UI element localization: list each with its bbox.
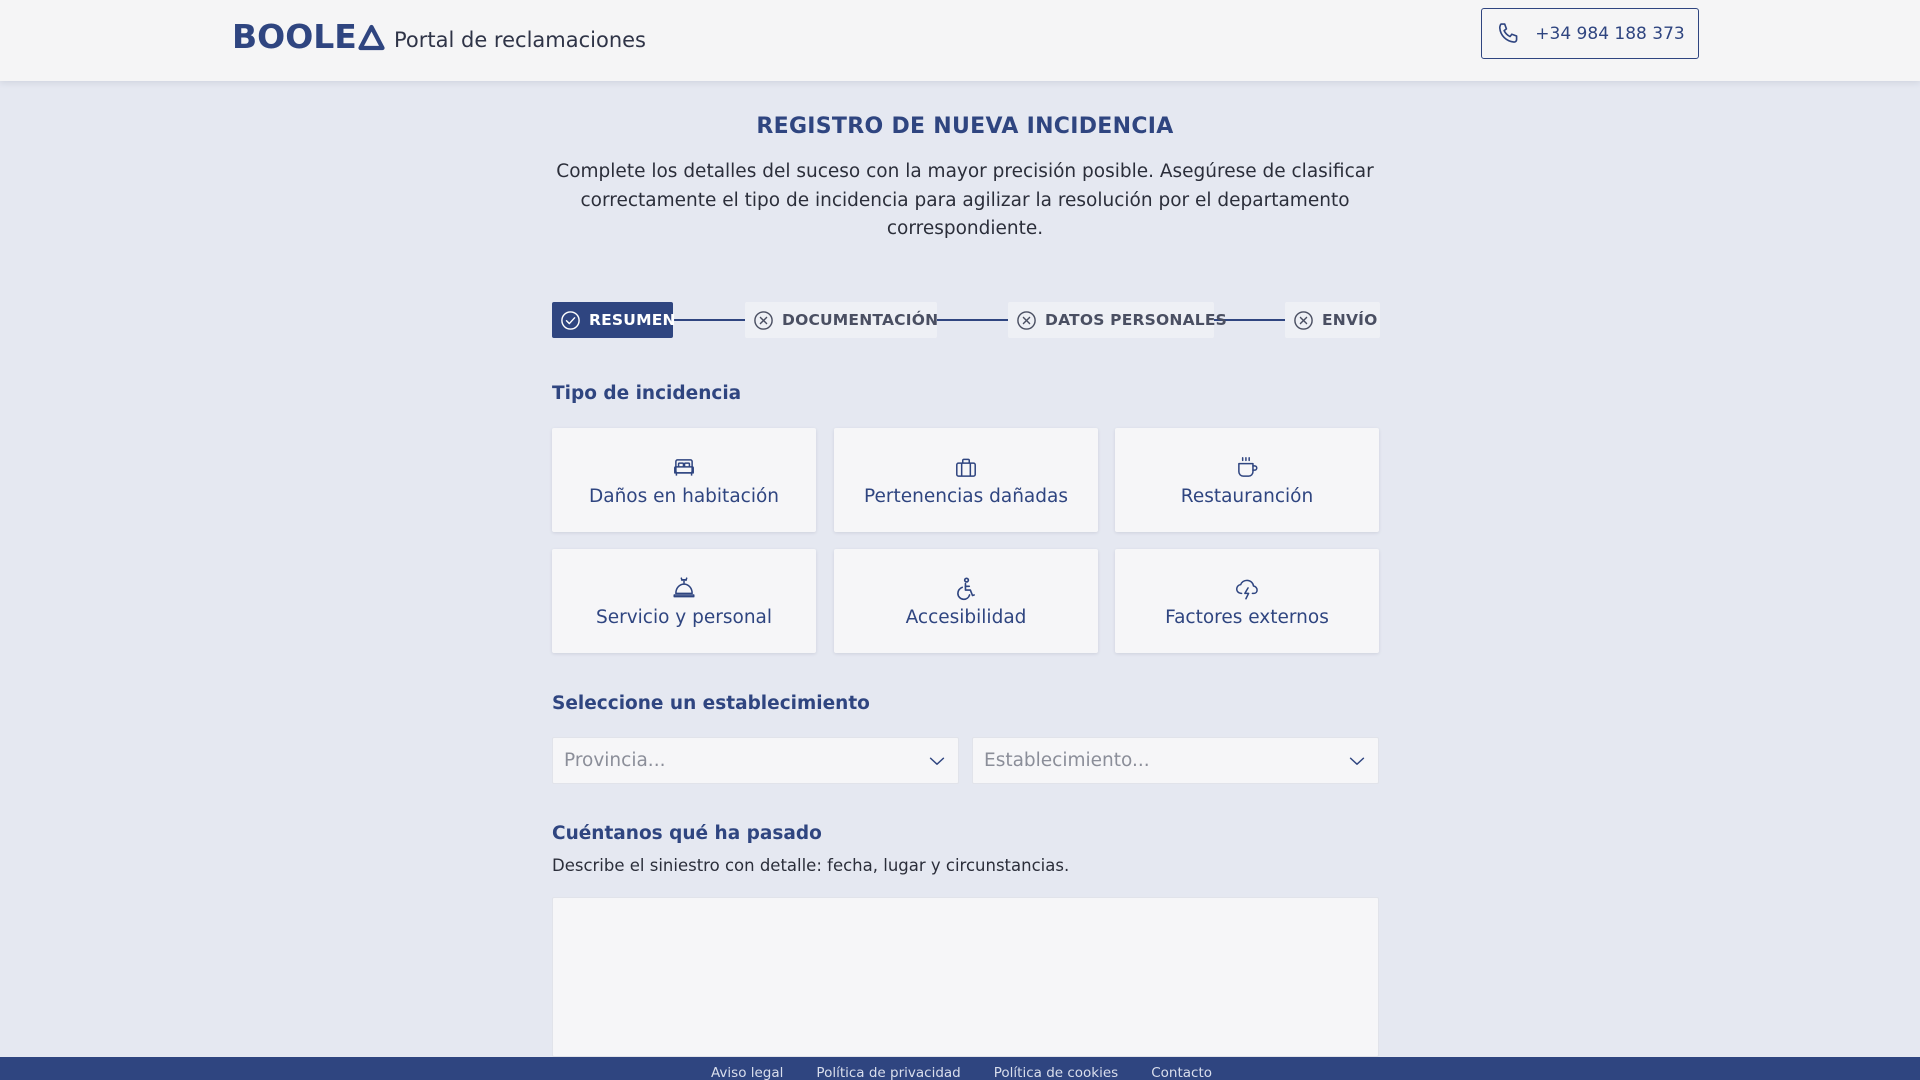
incident-option-label: Factores externos: [1165, 607, 1329, 628]
step-label: DATOS PERSONALES: [1045, 311, 1227, 329]
step-connector: [936, 319, 1010, 321]
footer-link-aviso-legal[interactable]: Aviso legal: [711, 1057, 783, 1080]
province-select[interactable]: Provincia...: [552, 737, 959, 784]
footer-link-contacto[interactable]: Contacto: [1151, 1057, 1212, 1080]
chevron-down-icon: [1349, 757, 1365, 765]
boolea-logo[interactable]: BOOLE: [232, 16, 385, 56]
footer-link-privacidad[interactable]: Política de privacidad: [816, 1057, 960, 1080]
footer-link-cookies[interactable]: Política de cookies: [994, 1057, 1118, 1080]
footer: Aviso legal Política de privacidad Polít…: [0, 1057, 1920, 1080]
incident-option-label: Restauranción: [1180, 486, 1314, 507]
step-label: DOCUMENTACIÓN: [782, 311, 939, 329]
description-subtext: Describe el siniestro con detalle: fecha…: [552, 856, 1070, 875]
step-connector: [672, 319, 746, 321]
establishment-placeholder: Establecimiento...: [984, 750, 1150, 771]
incident-type-title: Tipo de incidencia: [552, 383, 742, 404]
incident-option-label: Daños en habitación: [588, 486, 780, 507]
phone-icon: [1499, 22, 1518, 43]
top-header: BOOLE Portal de reclamaciones +34 984 18…: [0, 0, 1920, 81]
x-circle-icon: [1017, 310, 1036, 330]
step-resumen[interactable]: RESUMEN: [552, 302, 676, 338]
description-title: Cuéntanos qué ha pasado: [552, 823, 822, 844]
province-placeholder: Provincia...: [564, 750, 666, 771]
incident-option-label: Accesibilidad: [905, 607, 1027, 628]
incident-option-service-staff[interactable]: Servicio y personal: [552, 549, 816, 653]
step-envio[interactable]: ENVÍO: [1285, 302, 1380, 338]
suitcase-icon: [956, 458, 976, 477]
x-circle-icon: [754, 310, 773, 330]
logo-a-triangle-icon: [358, 24, 385, 50]
intro-text: Complete los detalles del suceso con la …: [556, 161, 1374, 239]
establishment-select[interactable]: Establecimiento...: [972, 737, 1379, 784]
step-label: RESUMEN: [589, 311, 676, 329]
step-label: ENVÍO: [1322, 311, 1378, 329]
check-circle-icon: [561, 310, 580, 330]
incident-option-label: Pertenencias dañadas: [864, 486, 1068, 507]
incident-option-external-factors[interactable]: Factores externos: [1115, 549, 1379, 653]
service-bell-icon: [673, 577, 695, 598]
phone-button[interactable]: +34 984 188 373: [1481, 8, 1699, 59]
establishment-title: Seleccione un establecimiento: [552, 693, 870, 714]
bed-icon: [674, 459, 694, 476]
incident-option-accessibility[interactable]: Accesibilidad: [834, 549, 1098, 653]
incident-option-label: Servicio y personal: [595, 607, 773, 628]
description-textarea[interactable]: [552, 897, 1379, 1057]
storm-cloud-icon: [1235, 579, 1258, 600]
phone-number: +34 984 188 373: [1535, 23, 1685, 44]
wheelchair-icon: [957, 577, 975, 601]
x-circle-icon: [1294, 310, 1313, 330]
portal-title: Portal de reclamaciones: [394, 28, 646, 52]
logo-wordmark: BOOLE: [232, 16, 357, 56]
incident-option-room-damage[interactable]: Daños en habitación: [552, 428, 816, 532]
step-documentacion[interactable]: DOCUMENTACIÓN: [745, 302, 939, 338]
chevron-down-icon: [929, 757, 945, 765]
coffee-cup-icon: [1238, 456, 1258, 477]
incident-option-restaurant[interactable]: Restauranción: [1115, 428, 1379, 532]
step-datos-personales[interactable]: DATOS PERSONALES: [1008, 302, 1227, 338]
page-title: REGISTRO DE NUEVA INCIDENCIA: [756, 114, 1174, 139]
incident-option-damaged-belongings[interactable]: Pertenencias dañadas: [834, 428, 1098, 532]
progress-stepper: RESUMEN DOCUMENTACIÓN DATOS PERSONALES E…: [552, 302, 1380, 338]
